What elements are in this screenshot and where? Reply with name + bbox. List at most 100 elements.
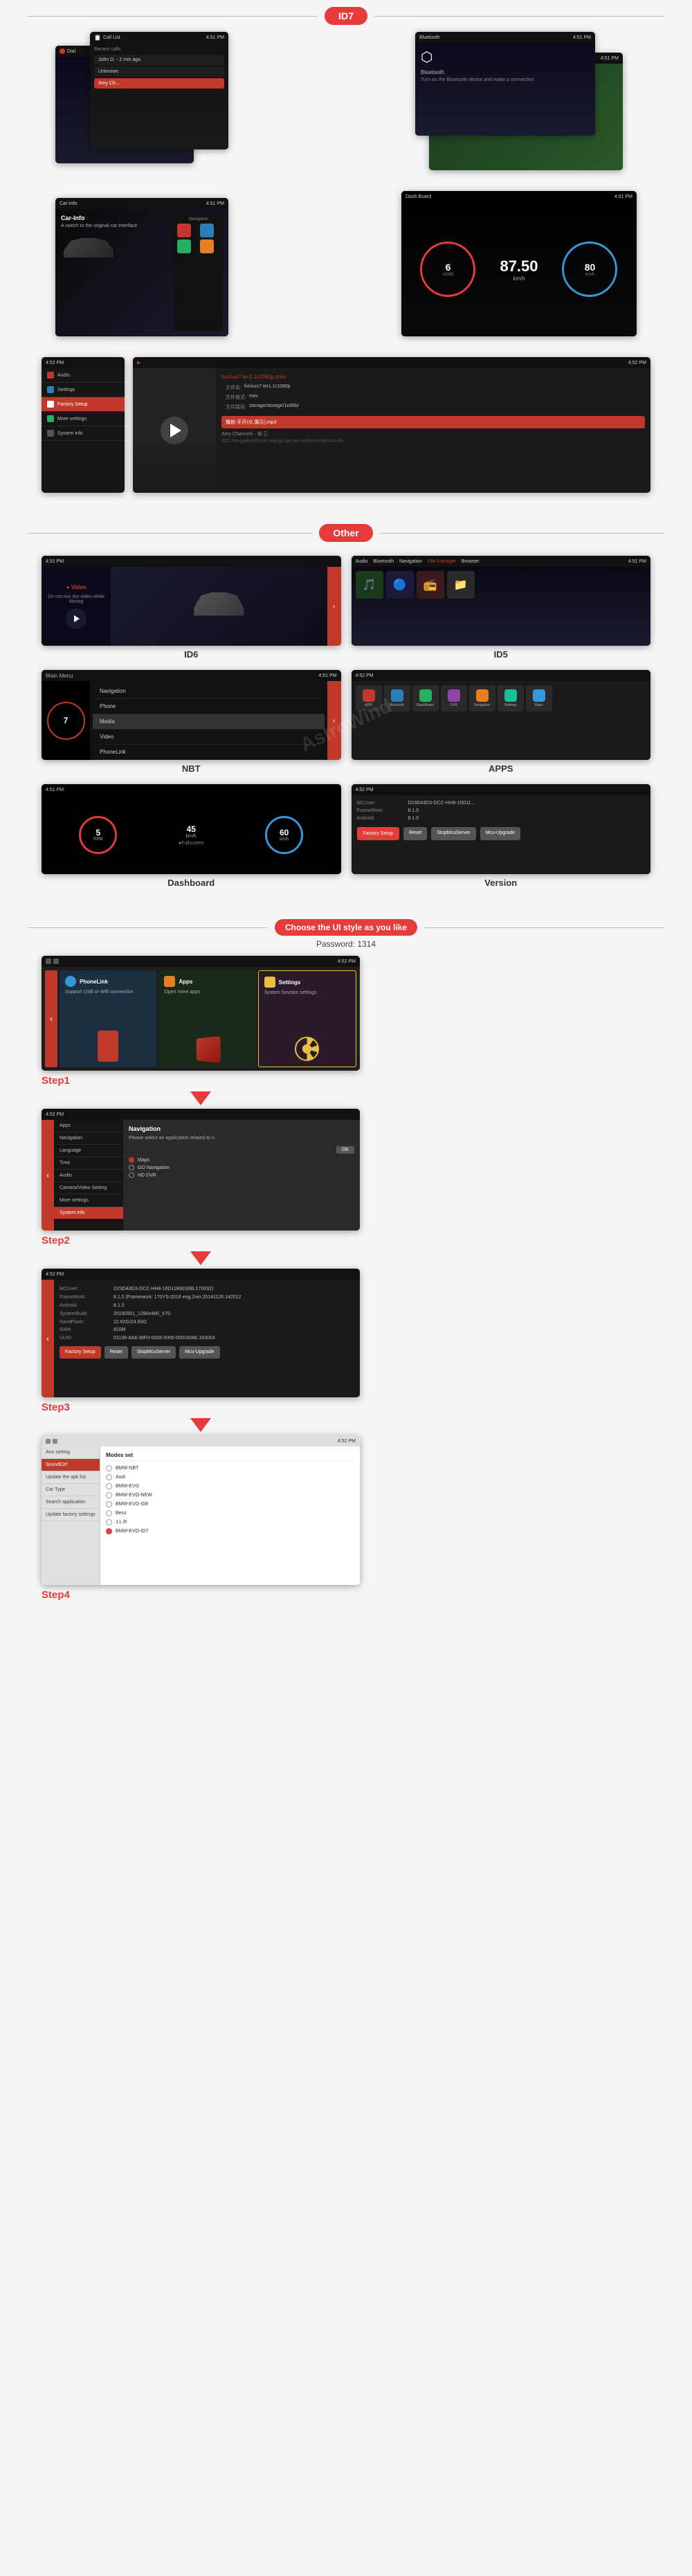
id6-arrow-right[interactable]: › — [327, 567, 341, 646]
menu-audio[interactable]: Audio — [42, 368, 125, 383]
step3-stopmcu-btn[interactable]: StopMcuServer — [131, 1346, 176, 1359]
nav-menu-lang[interactable]: Language — [54, 1145, 123, 1157]
app-cell-nav[interactable]: Navigation — [469, 685, 495, 711]
settings-label: Settings — [57, 388, 75, 392]
mcuupgrade-btn[interactable]: Mcu-Upgrade — [480, 827, 520, 840]
id6-play-btn[interactable] — [66, 608, 86, 629]
step2-ok-row: OK — [129, 1146, 354, 1154]
radio-jlr[interactable] — [106, 1519, 112, 1525]
nav-menu-audio[interactable]: Audio — [54, 1170, 123, 1182]
factory-label: Factory Setup — [57, 402, 88, 407]
app-cell-maps[interactable]: Maps — [526, 685, 552, 711]
speed-number: 87.50 — [500, 257, 538, 275]
ms-cartype[interactable]: Car Type — [42, 1484, 100, 1496]
nbt-item-video[interactable]: Video — [93, 729, 325, 745]
label-bmw-evo: BMW-EVO — [116, 1484, 139, 1489]
settings-graphic — [295, 1037, 319, 1061]
mode-bmw-evo: BMW-EVO — [106, 1483, 354, 1489]
bt-app-icon — [391, 689, 403, 702]
step2-note: Please select an application related to … — [129, 1136, 354, 1141]
speed-unit: km/h — [513, 275, 525, 282]
nav-menu-sysinfo[interactable]: System info — [54, 1207, 123, 1219]
nbt-item-media[interactable]: Media — [93, 714, 325, 729]
label-bmw-nbt: BMW-NBT — [116, 1466, 138, 1471]
nav-menu-time[interactable]: Time — [54, 1157, 123, 1170]
ms-sound[interactable]: SoundCtrl — [42, 1459, 100, 1471]
menu-more-settings[interactable]: More settings — [42, 412, 125, 426]
other-grid: 4:51 PM ● Video Do not mix the video whi… — [0, 549, 692, 902]
ms-apk[interactable]: Update the apk list — [42, 1471, 100, 1484]
app-cell-settings[interactable]: Settings — [498, 685, 524, 711]
more-icon — [47, 415, 54, 422]
calllist-label: Call List — [103, 35, 120, 40]
nav-menu-more[interactable]: More settings — [54, 1195, 123, 1207]
nbt-arrow[interactable]: › — [327, 681, 341, 760]
other-dashboard: 4:51 PM 5 RPM 45 km/h ●Fullscreen 60 km/… — [42, 784, 341, 888]
menu-system-info[interactable]: System info — [42, 426, 125, 441]
nav-menu-apps[interactable]: Apps — [54, 1120, 123, 1132]
phonelink-card[interactable]: PhoneLink Support USB or Wifi connection — [60, 970, 156, 1067]
media-content: furious7.ter1.1r1080p.mov 文件名: furious7.… — [133, 368, 650, 493]
step3-label: Step3 — [42, 1402, 70, 1413]
v-row-build: SystemBuild: 20190501_1280x480_X70 — [60, 1310, 354, 1318]
ms-search[interactable]: Search application — [42, 1496, 100, 1509]
radio-audi[interactable] — [106, 1474, 112, 1480]
radio-bmw-evo-id6[interactable] — [106, 1501, 112, 1507]
uuid-val-v: 01138-4A8-38F0-0008-0000-00018086.183004 — [113, 1334, 215, 1343]
radio-bmw-evo[interactable] — [106, 1483, 112, 1489]
radio-benz[interactable] — [106, 1510, 112, 1516]
menu-factory-setup[interactable]: Factory Setup — [42, 397, 125, 412]
nbt-gauge: 7 — [47, 702, 85, 740]
ok-button[interactable]: OK — [336, 1146, 354, 1154]
settings-app-label: Settings — [504, 703, 516, 707]
gonav-radio[interactable] — [129, 1165, 134, 1170]
app-cell-dvr[interactable]: DVR — [441, 685, 467, 711]
stopmcu-btn[interactable]: StopMcuServer — [431, 827, 475, 840]
speed-gauge-val: 80 — [585, 262, 596, 273]
step3-mcuupgrade-btn[interactable]: Mcu-Upgrade — [179, 1346, 219, 1359]
android-val-v: 8.1.0 — [113, 1302, 125, 1310]
nbt-label: NBT — [182, 763, 201, 774]
version-content: MCUver: D23D43D3-DCC-HH8-16D11... FrameW… — [352, 795, 651, 874]
step4-content: Ann setting SoundCtrl Update the apk lis… — [42, 1446, 360, 1585]
nav-menu-nav[interactable]: Navigation — [54, 1132, 123, 1145]
radio-bmw-evo-id7[interactable] — [106, 1528, 112, 1534]
hddvr-radio[interactable] — [129, 1172, 134, 1178]
app-cell-dash[interactable]: DashBoard — [412, 685, 439, 711]
nav-menu-camera[interactable]: Camera/Video Setting — [54, 1182, 123, 1195]
ms-ann[interactable]: Ann setting — [42, 1446, 100, 1459]
file-label2: 文件格式: — [226, 394, 246, 401]
step1-arrow-left[interactable]: ‹ — [45, 970, 57, 1067]
id6-play-tri — [74, 615, 80, 622]
radio-bmw-evo-new[interactable] — [106, 1492, 112, 1498]
maps-radio[interactable] — [129, 1157, 134, 1163]
step1-label: Step1 — [42, 1075, 70, 1087]
apps-card[interactable]: Apps Open more apps — [158, 970, 255, 1067]
menu-settings[interactable]: Settings — [42, 383, 125, 397]
ms-update[interactable]: Update factory settings — [42, 1509, 100, 1521]
dashboard-screen: Dash Board 4:51 PM 6 x1000 87.50 km/h — [401, 191, 637, 336]
step3-reset-btn[interactable]: Reset — [104, 1346, 128, 1359]
menu-items: Audio Settings Factory Setup More settin… — [42, 368, 125, 441]
v-row-android: Android: 8.1.0 — [60, 1302, 354, 1310]
app-cell-bt[interactable]: Bluetooth — [384, 685, 410, 711]
step3-arrow-left[interactable]: ‹ — [42, 1280, 54, 1397]
nbt-item-phonelink[interactable]: PhoneLink — [93, 745, 325, 760]
step3-factory-btn[interactable]: Factory Setup — [60, 1346, 101, 1359]
speed-gauge: 80 km/h — [562, 242, 617, 297]
left-arrow-icon2: ‹ — [46, 1170, 49, 1180]
file-row2: 文件格式: mov — [221, 392, 645, 402]
choose-line-left — [28, 927, 268, 928]
nbt-item-phone[interactable]: Phone — [93, 699, 325, 714]
maps-option: Maps — [129, 1157, 354, 1163]
mode-jlr: J.L.R — [106, 1519, 354, 1525]
factory-setup-btn[interactable]: Factory Setup — [357, 827, 400, 840]
nbt-item-nav[interactable]: Navigation — [93, 684, 325, 699]
nbt-statusbar: Main Menu 4:51 PM — [42, 670, 341, 681]
reset-btn[interactable]: Reset — [403, 827, 427, 840]
step2-arrow-left[interactable]: ‹ — [42, 1120, 54, 1231]
radio-bmw-nbt[interactable] — [106, 1465, 112, 1471]
app-cell-adr[interactable]: ADR — [356, 685, 382, 711]
full-page: ID7 Dial 4:51 PM 📞 — [0, 0, 692, 2576]
settings-card-highlight[interactable]: Settings System function settings — [258, 970, 356, 1067]
